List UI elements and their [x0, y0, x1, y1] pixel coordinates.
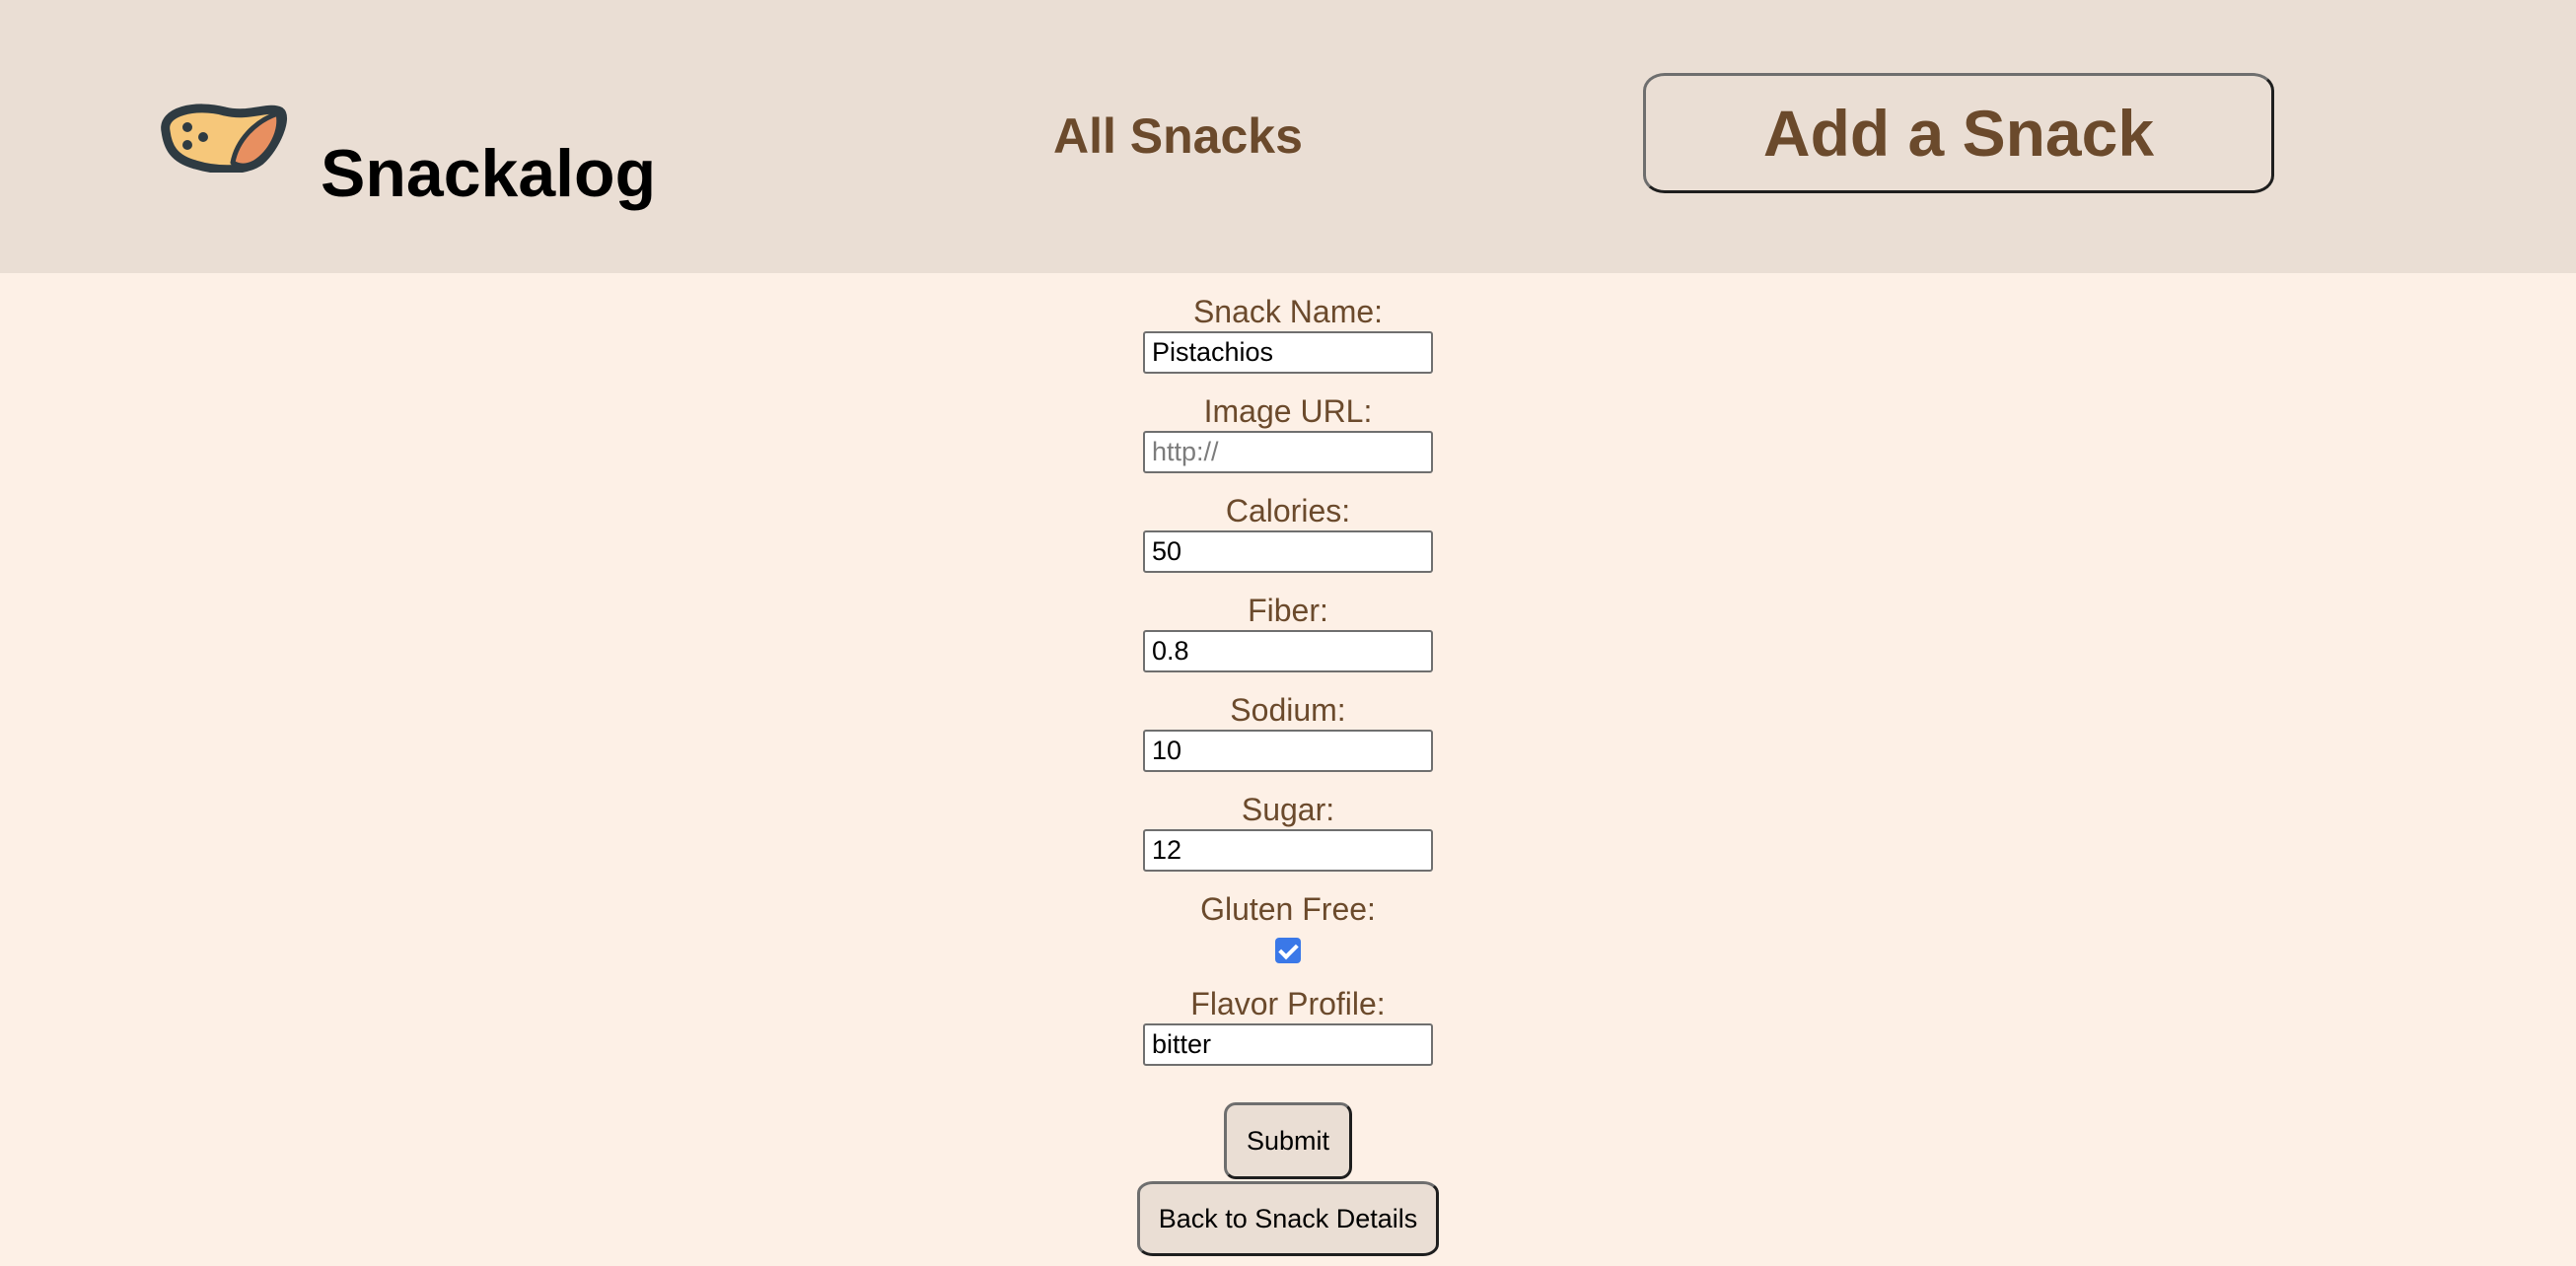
flavor-profile-label: Flavor Profile: — [1190, 986, 1386, 1021]
sugar-field: Sugar: — [1143, 790, 1433, 872]
flavor-profile-input[interactable] — [1143, 1023, 1433, 1066]
sodium-label: Sodium: — [1230, 692, 1346, 728]
image-url-label: Image URL: — [1203, 393, 1373, 429]
sugar-label: Sugar: — [1241, 792, 1335, 827]
snack-name-input[interactable] — [1143, 331, 1433, 374]
sodium-field: Sodium: — [1143, 690, 1433, 772]
fiber-input[interactable] — [1143, 630, 1433, 672]
calories-field: Calories: — [1143, 491, 1433, 573]
nav-all-snacks-link[interactable]: All Snacks — [1053, 106, 1303, 166]
back-to-snack-details-button[interactable]: Back to Snack Details — [1137, 1181, 1439, 1256]
add-snack-button[interactable]: Add a Snack — [1643, 73, 2274, 193]
image-url-input[interactable] — [1143, 431, 1433, 473]
fiber-field: Fiber: — [1143, 591, 1433, 672]
brand-title: Snackalog — [321, 136, 657, 211]
calories-label: Calories: — [1225, 493, 1351, 528]
image-url-field: Image URL: — [1143, 391, 1433, 473]
gluten-free-label: Gluten Free: — [1200, 891, 1376, 927]
flavor-profile-field: Flavor Profile: — [1143, 984, 1433, 1066]
submit-button[interactable]: Submit — [1224, 1102, 1352, 1179]
gluten-free-field: Gluten Free: — [1143, 889, 1433, 963]
snack-chip-icon — [161, 104, 287, 173]
site-header: Snackalog All Snacks Add a Snack — [0, 0, 2576, 273]
sodium-input[interactable] — [1143, 730, 1433, 772]
sugar-input[interactable] — [1143, 829, 1433, 872]
calories-input[interactable] — [1143, 530, 1433, 573]
snack-name-label: Snack Name: — [1192, 294, 1384, 329]
gluten-free-checkbox[interactable] — [1275, 938, 1301, 963]
fiber-label: Fiber: — [1248, 593, 1328, 628]
snack-name-field: Snack Name: — [1143, 292, 1433, 374]
